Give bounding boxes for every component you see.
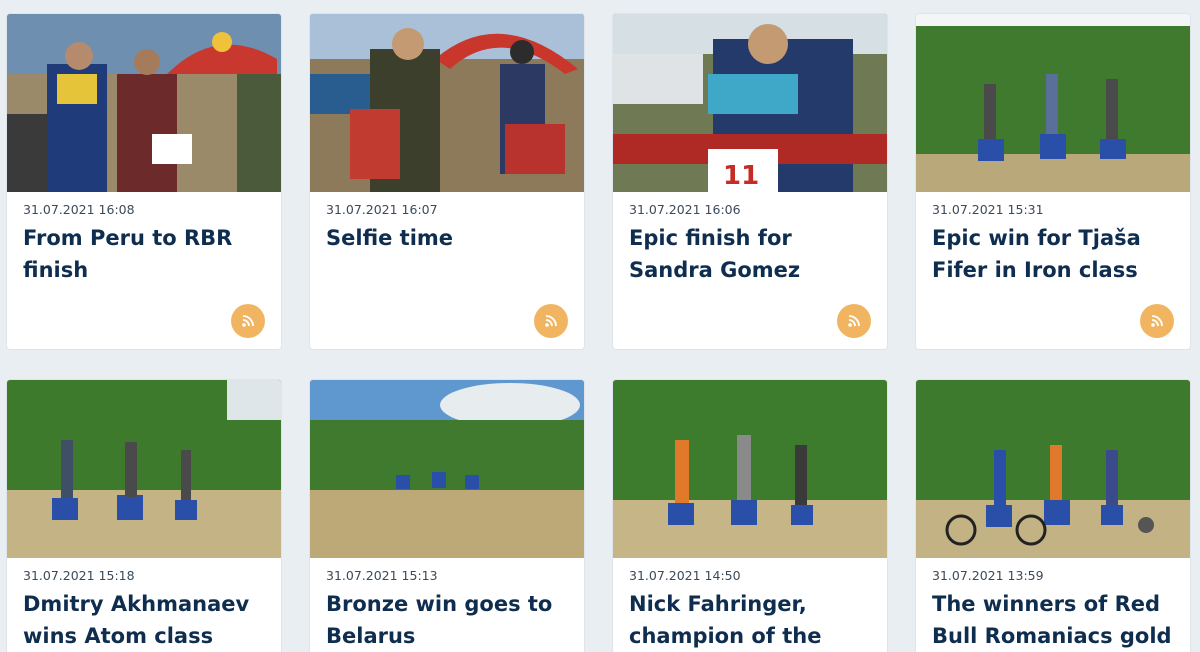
feed-card-title[interactable]: Dmitry Akhmanaev wins Atom class (23, 588, 267, 652)
feed-card-title[interactable]: Epic win for Tjaša Fifer in Iron class (932, 222, 1176, 286)
live-feed-grid: 31.07.2021 16:08 From Peru to RBR finish… (0, 0, 1200, 652)
feed-card-image (310, 380, 584, 558)
feed-card-timestamp: 31.07.2021 15:31 (932, 202, 1044, 217)
feed-card-title[interactable]: Epic finish for Sandra Gomez (629, 222, 873, 286)
feed-card[interactable]: 31.07.2021 13:59 The winners of Red Bull… (915, 379, 1191, 652)
feed-card[interactable]: 31.07.2021 16:08 From Peru to RBR finish (6, 13, 282, 350)
feed-card-image (916, 14, 1190, 192)
feed-card-timestamp: 31.07.2021 15:13 (326, 568, 438, 583)
feed-card-timestamp: 31.07.2021 13:59 (932, 568, 1044, 583)
feed-card[interactable]: 31.07.2021 15:31 Epic win for Tjaša Fife… (915, 13, 1191, 350)
feed-card-title[interactable]: Bronze win goes to Belarus (326, 588, 570, 652)
svg-text:11: 11 (723, 161, 759, 191)
feed-card-title[interactable]: Selfie time (326, 222, 570, 254)
feed-card[interactable]: 31.07.2021 16:07 Selfie time (309, 13, 585, 350)
feed-card-image (7, 380, 281, 558)
feed-card-title[interactable]: From Peru to RBR finish (23, 222, 267, 286)
feed-card-image (310, 14, 584, 192)
feed-card-timestamp: 31.07.2021 16:08 (23, 202, 135, 217)
feed-card-image: 11 (613, 14, 887, 192)
feed-card-image (613, 380, 887, 558)
feed-card-image (916, 380, 1190, 558)
feed-card[interactable]: 31.07.2021 15:13 Bronze win goes to Bela… (309, 379, 585, 652)
rss-icon[interactable] (1140, 304, 1174, 338)
feed-card-image (7, 14, 281, 192)
feed-card-title[interactable]: The winners of Red Bull Romaniacs gold (932, 588, 1176, 652)
rss-icon[interactable] (837, 304, 871, 338)
feed-card[interactable]: 11 31.07.2021 16:06 Epic finish for Sand… (612, 13, 888, 350)
feed-card-timestamp: 31.07.2021 16:06 (629, 202, 741, 217)
feed-card[interactable]: 31.07.2021 15:18 Dmitry Akhmanaev wins A… (6, 379, 282, 652)
feed-card-timestamp: 31.07.2021 14:50 (629, 568, 741, 583)
feed-card[interactable]: 31.07.2021 14:50 Nick Fahringer, champio… (612, 379, 888, 652)
feed-card-timestamp: 31.07.2021 15:18 (23, 568, 135, 583)
feed-card-timestamp: 31.07.2021 16:07 (326, 202, 438, 217)
rss-icon[interactable] (534, 304, 568, 338)
feed-card-title[interactable]: Nick Fahringer, champion of the (629, 588, 873, 652)
rss-icon[interactable] (231, 304, 265, 338)
